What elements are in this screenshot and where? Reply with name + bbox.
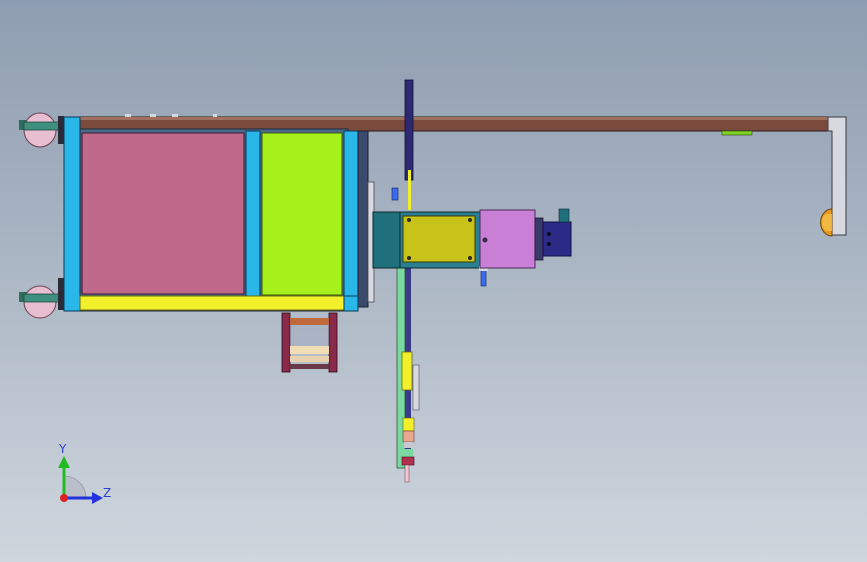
bottom-yellow-rail[interactable] <box>79 295 345 311</box>
lower-pin <box>404 464 410 483</box>
lower-yellow-block[interactable] <box>401 351 413 391</box>
motor-end-cap[interactable] <box>542 221 572 257</box>
rail-cap <box>343 295 359 312</box>
panel-green[interactable] <box>261 132 343 296</box>
cad-viewport[interactable]: Y Z <box>0 0 867 562</box>
ladder-bracket[interactable] <box>281 312 338 373</box>
frame-dark-edge <box>357 130 369 308</box>
motor-dot-2 <box>547 242 551 246</box>
lower-maroon-block[interactable] <box>401 456 415 466</box>
lower-yellow-small[interactable] <box>402 417 415 432</box>
bolt-2 <box>468 218 472 222</box>
frame-mid-post[interactable] <box>245 130 261 297</box>
panel-pink[interactable] <box>81 132 245 295</box>
triad-icon <box>58 456 103 504</box>
motor-connector <box>558 208 570 223</box>
caster-bottom[interactable] <box>19 278 65 319</box>
frame-left-post[interactable] <box>63 116 81 312</box>
lower-side-tab[interactable] <box>412 364 420 411</box>
frame-right-post[interactable] <box>343 130 359 312</box>
bolt-3 <box>407 256 411 260</box>
beam-bump-2 <box>150 114 156 117</box>
lower-grey-block <box>404 442 413 448</box>
olive-plate[interactable] <box>402 215 476 263</box>
motor-flange[interactable] <box>534 217 544 261</box>
blue-fitting-top[interactable] <box>391 187 399 201</box>
beam-bump-1 <box>125 114 131 117</box>
beam-bump-4 <box>213 114 217 117</box>
axis-y-label: Y <box>59 442 67 456</box>
caster-top[interactable] <box>19 112 65 148</box>
beam-green-tab[interactable] <box>721 130 753 136</box>
beam-top-strip <box>62 117 832 120</box>
motor-body[interactable] <box>479 209 536 269</box>
shaft-yellow-strip <box>408 170 411 210</box>
cad-model-drawing[interactable] <box>0 0 867 562</box>
beam-bump-3 <box>172 114 178 117</box>
motor-dot-1 <box>547 232 551 236</box>
bolt-4 <box>468 256 472 260</box>
motor-screw <box>482 237 488 243</box>
axis-z-label: Z <box>103 486 112 500</box>
lower-green-dot <box>404 449 413 457</box>
vertical-shaft-top[interactable] <box>404 79 414 181</box>
lower-peach-block[interactable] <box>402 430 415 443</box>
bolt-1 <box>407 218 411 222</box>
right-bumper-shade <box>821 214 832 231</box>
blue-fitting-bottom[interactable] <box>480 269 487 287</box>
